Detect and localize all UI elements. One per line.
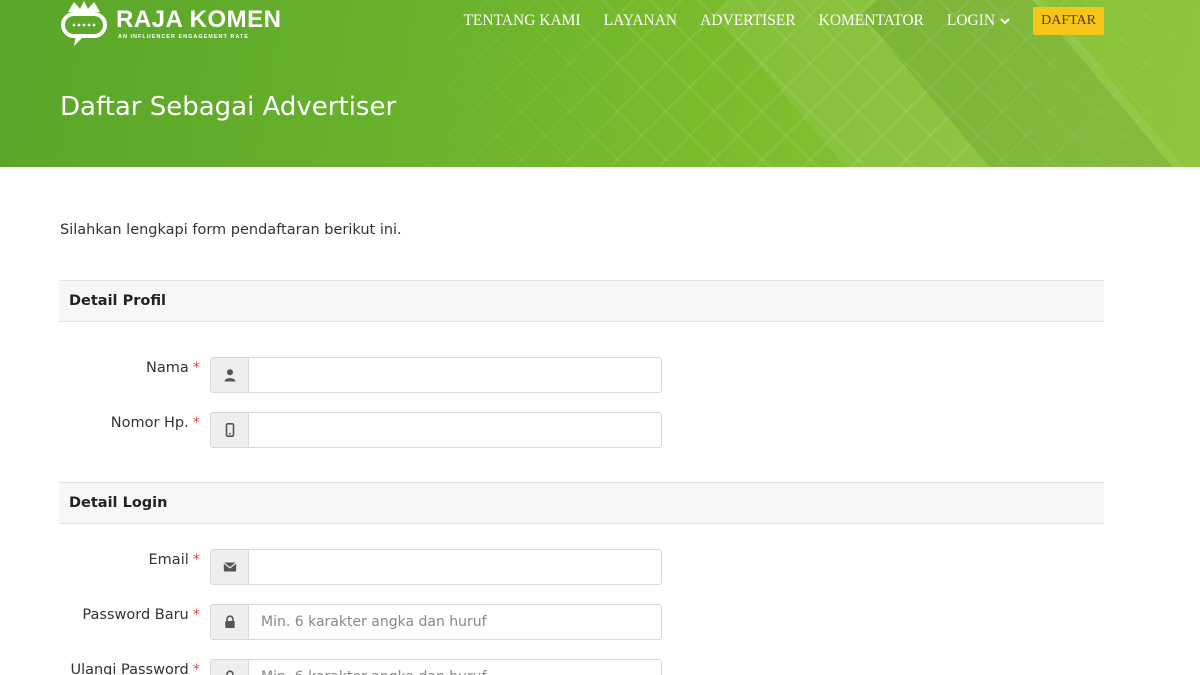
mobile-icon (211, 413, 249, 447)
email-input-group (210, 549, 662, 585)
form-row-nama: Nama * (0, 357, 700, 393)
crown-chat-icon (61, 1, 107, 46)
nav-item-tentang-kami[interactable]: TENTANG KAMI (463, 12, 580, 30)
intro-text: Silahkan lengkapi form pendaftaran berik… (60, 222, 402, 238)
brand-tagline: AN INFLUENCER ENGAGEMENT RATE (118, 34, 249, 40)
brand-logo[interactable]: RAJA KOMEN AN INFLUENCER ENGAGEMENT RATE (60, 0, 281, 50)
nav-item-login-label: LOGIN (946, 12, 996, 29)
form-row-email: Email * (0, 549, 700, 585)
user-icon (211, 358, 249, 392)
ulangi-password-label-text: Ulangi Password (70, 662, 189, 675)
form-row-password-baru: Password Baru * (0, 604, 700, 640)
nav-item-komentator[interactable]: KOMENTATOR (819, 12, 924, 30)
password-baru-label-text: Password Baru (82, 607, 189, 623)
required-marker: * (192, 415, 200, 431)
main-navigation: TENTANG KAMI LAYANAN ADVERTISER KOMENTAT… (440, 6, 1104, 36)
lock-icon (211, 660, 249, 675)
daftar-button[interactable]: DAFTAR (1033, 7, 1104, 35)
nama-input[interactable] (249, 358, 661, 392)
nama-label-text: Nama (146, 360, 189, 376)
required-marker: * (192, 662, 200, 675)
ulangi-password-label: Ulangi Password * (70, 662, 200, 675)
nama-input-group (210, 357, 662, 393)
ulangi-password-input-group (210, 659, 662, 675)
nav-item-login[interactable]: LOGIN (947, 12, 1011, 30)
nama-label: Nama * (146, 360, 200, 376)
lock-icon (211, 605, 249, 639)
required-marker: * (192, 607, 200, 623)
form-row-ulangi-password: Ulangi Password * (0, 659, 700, 675)
brand-name: RAJA KOMEN (116, 6, 281, 34)
required-marker: * (192, 552, 200, 568)
nomor-hp-label: Nomor Hp. * (111, 415, 200, 431)
password-baru-input-group (210, 604, 662, 640)
envelope-icon (211, 550, 249, 584)
nomor-hp-label-text: Nomor Hp. (110, 415, 189, 431)
email-label-text: Email (148, 552, 189, 568)
page-header: RAJA KOMEN AN INFLUENCER ENGAGEMENT RATE… (0, 0, 1200, 167)
form-row-nomor-hp: Nomor Hp. * (0, 412, 700, 448)
nav-item-layanan[interactable]: LAYANAN (604, 12, 678, 30)
required-marker: * (192, 360, 200, 376)
nomor-hp-input-group (210, 412, 662, 448)
section-header-detail-login: Detail Login (59, 482, 1104, 524)
password-baru-label: Password Baru * (82, 607, 200, 623)
password-baru-input[interactable] (249, 605, 661, 639)
email-input[interactable] (249, 550, 661, 584)
brand-name-part1: RAJA (116, 6, 183, 33)
nomor-hp-input[interactable] (249, 413, 661, 447)
ulangi-password-input[interactable] (249, 660, 661, 675)
chevron-down-icon (1000, 18, 1010, 25)
nav-item-advertiser[interactable]: ADVERTISER (700, 12, 796, 30)
email-label: Email * (149, 552, 200, 568)
page-title: Daftar Sebagai Advertiser (60, 92, 397, 122)
brand-name-part2: KOMEN (189, 6, 282, 33)
section-header-detail-profil: Detail Profil (59, 280, 1104, 322)
